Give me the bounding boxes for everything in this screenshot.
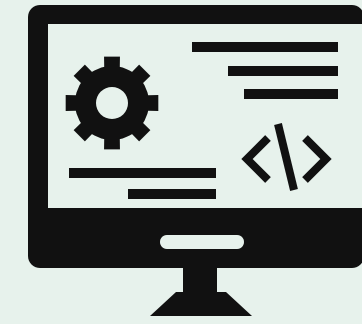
- text-line: [128, 189, 216, 199]
- text-line: [228, 66, 338, 76]
- web-development-monitor-icon: [0, 0, 362, 324]
- monitor-power-slot: [160, 235, 244, 249]
- monitor-neck: [183, 266, 217, 296]
- text-line: [192, 42, 338, 52]
- icon-canvas: [0, 0, 362, 324]
- text-line: [244, 89, 338, 99]
- text-line: [69, 168, 216, 178]
